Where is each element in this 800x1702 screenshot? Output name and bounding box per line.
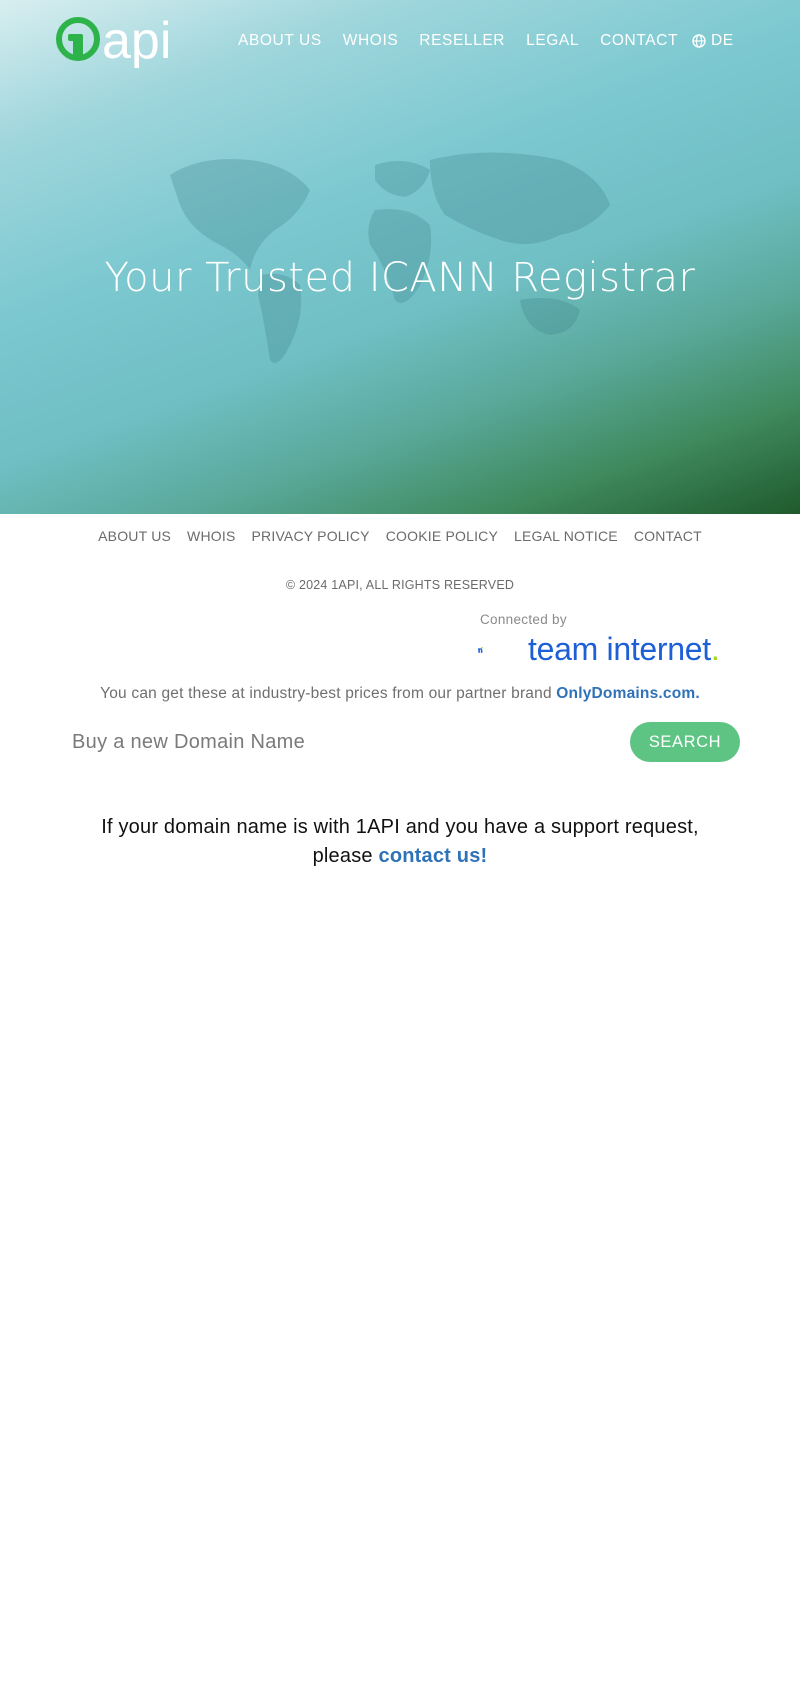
footer-link-contact[interactable]: CONTACT (634, 528, 702, 544)
nav-legal[interactable]: LEGAL (526, 32, 579, 50)
top-navigation: ABOUT US WHOIS RESELLER LEGAL CONTACT (238, 32, 699, 50)
support-line-1: If your domain name is with 1API and you… (101, 816, 699, 838)
footer-link-privacy-policy[interactable]: PRIVACY POLICY (252, 528, 370, 544)
nav-about-us[interactable]: ABOUT US (238, 32, 322, 50)
support-prefix: please (312, 845, 379, 867)
footer-link-cookie-policy[interactable]: COOKIE POLICY (386, 528, 498, 544)
nav-contact[interactable]: CONTACT (600, 32, 678, 50)
hero-title: Your Trusted ICANN Registrar (104, 255, 696, 301)
domain-search-input[interactable] (72, 722, 612, 762)
language-label: DE (711, 32, 734, 49)
footer-link-legal-notice[interactable]: LEGAL NOTICE (514, 528, 618, 544)
footer-link-about-us[interactable]: ABOUT US (98, 528, 171, 544)
partner-brand-text: You can get these at industry-best price… (0, 685, 800, 703)
copyright-text: © 2024 1API, ALL RIGHTS RESERVED (285, 578, 515, 592)
partner-sentence: You can get these at industry-best price… (100, 685, 557, 702)
contact-us-link[interactable]: contact us! (379, 845, 488, 867)
svg-text:api: api (102, 14, 171, 68)
language-switcher[interactable]: DE (692, 32, 734, 50)
footer-link-whois[interactable]: WHOIS (187, 528, 235, 544)
footer-navigation: ABOUT US WHOIS PRIVACY POLICY COOKIE POL… (0, 528, 800, 544)
team-internet-dot: . (710, 631, 720, 667)
connected-by-label: Connected by (480, 612, 567, 627)
globe-icon (692, 34, 706, 48)
team-internet-wordmark: team internet. (528, 631, 720, 668)
nav-reseller[interactable]: RESELLER (419, 32, 505, 50)
search-button[interactable]: SEARCH (630, 722, 740, 762)
onlydomains-link[interactable]: OnlyDomains.com. (556, 685, 700, 702)
team-internet-logo[interactable] (478, 630, 522, 670)
support-message: If your domain name is with 1API and you… (0, 813, 800, 871)
team-internet-name: team internet (528, 631, 711, 667)
support-line-2: please contact us! (0, 842, 800, 871)
nav-whois[interactable]: WHOIS (343, 32, 399, 50)
1api-logo[interactable]: api (56, 14, 208, 68)
hero-banner: api ABOUT US WHOIS RESELLER LEGAL CONTAC… (0, 0, 800, 514)
